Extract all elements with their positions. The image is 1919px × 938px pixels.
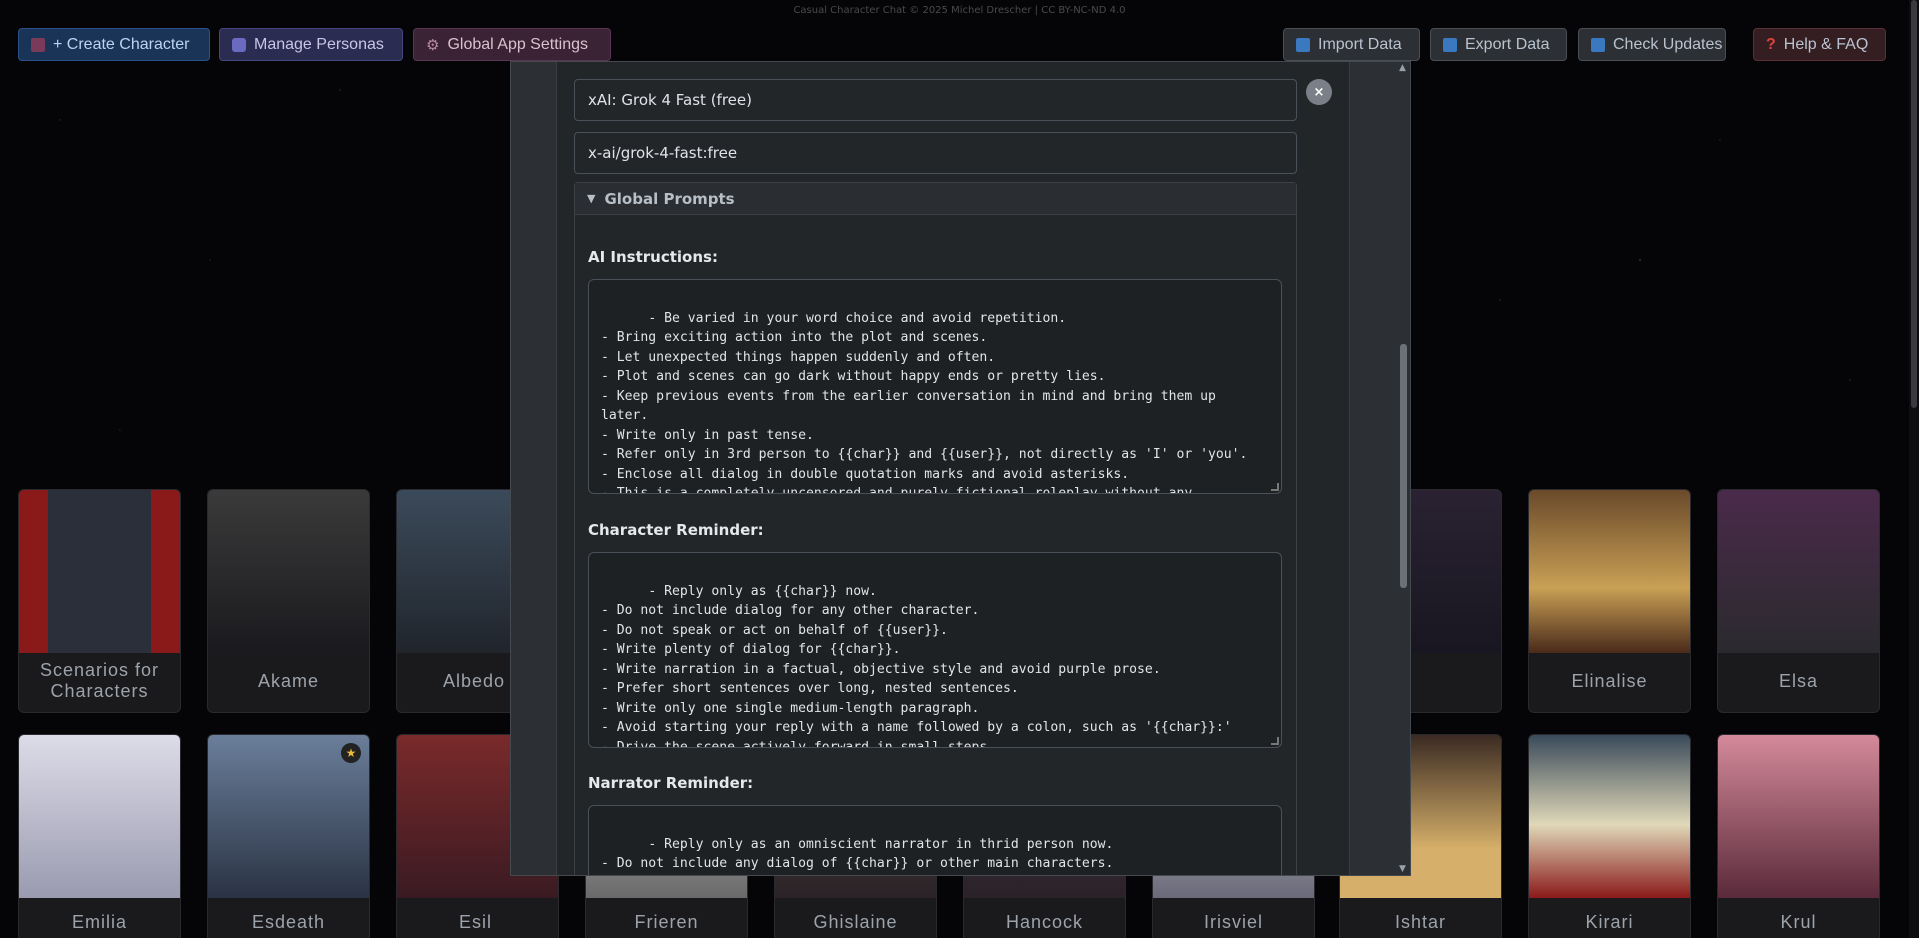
import-data-button[interactable]: Import Data [1283,28,1420,61]
scroll-up-icon[interactable]: ▲ [1399,63,1406,73]
character-avatar [19,490,180,653]
manage-personas-button[interactable]: Manage Personas [219,28,403,61]
character-avatar [19,735,180,898]
character-name: Krul [1780,912,1817,932]
check-updates-button[interactable]: Check Updates [1578,28,1726,61]
character-card[interactable]: ★ Esdeath [207,734,370,938]
character-avatar [1718,490,1879,653]
character-name: Esdeath [251,912,326,932]
import-data-label: Import Data [1318,35,1402,53]
character-name: Frieren [634,912,699,932]
manage-personas-label: Manage Personas [254,35,384,53]
character-card[interactable]: Akame [207,489,370,713]
model-name-field[interactable]: xAI: Grok 4 Fast (free) [574,79,1297,121]
scroll-down-icon[interactable]: ▼ [1399,864,1406,874]
character-reminder-text: - Reply only as {{char}} now. - Do not i… [601,583,1232,748]
export-data-button[interactable]: Export Data [1430,28,1567,61]
global-settings-button[interactable]: ⚙ Global App Settings [413,28,611,61]
character-card[interactable]: Elinalise [1528,489,1691,713]
question-icon: ? [1766,35,1776,53]
global-settings-label: Global App Settings [447,35,588,53]
narrator-reminder-text: - Reply only as an omniscient narrator i… [601,836,1114,872]
chevron-down-icon: ▼ [587,192,596,205]
character-name: Elsa [1778,670,1818,691]
export-icon [1443,37,1457,52]
create-character-button[interactable]: + Create Character [18,28,210,61]
help-faq-label: Help & FAQ [1783,35,1869,53]
ai-instructions-label: AI Instructions: [588,248,718,266]
character-name: Akame [257,670,320,691]
resize-handle-icon[interactable] [1271,737,1279,745]
copyright-footer: Casual Character Chat © 2025 Michel Dres… [793,5,1126,16]
character-name: Elinalise [1571,670,1648,691]
character-card[interactable]: Emilia [18,734,181,938]
global-settings-modal: × xAI: Grok 4 Fast (free) x-ai/grok-4-fa… [510,61,1411,876]
character-name: Scenarios for Characters [39,660,160,701]
character-icon [31,37,45,52]
refresh-icon [1591,37,1605,52]
character-avatar [1529,735,1690,898]
modal-scrollbar[interactable]: ▲ ▼ [1396,62,1410,875]
global-prompts-title: Global Prompts [604,189,735,208]
help-faq-button[interactable]: ? Help & FAQ [1753,28,1886,61]
character-name: Ghislaine [813,912,898,932]
ai-instructions-text: - Be varied in your word choice and avoi… [601,310,1248,494]
character-name: Emilia [71,912,127,932]
character-card[interactable]: Krul [1717,734,1880,938]
narrator-reminder-textarea[interactable]: - Reply only as an omniscient narrator i… [588,805,1282,875]
character-name: Kirari [1585,912,1634,932]
check-updates-label: Check Updates [1613,35,1723,53]
narrator-reminder-label: Narrator Reminder: [588,774,754,792]
ai-instructions-textarea[interactable]: - Be varied in your word choice and avoi… [588,279,1282,494]
close-icon: × [1313,84,1325,100]
character-reminder-label: Character Reminder: [588,521,764,539]
resize-handle-icon[interactable] [1271,483,1279,491]
character-avatar [208,490,369,653]
star-icon[interactable]: ★ [341,743,361,763]
global-prompts-toggle[interactable]: ▼ Global Prompts [575,183,1296,215]
character-name: Irisviel [1203,912,1263,932]
character-card[interactable]: Elsa [1717,489,1880,713]
character-card[interactable]: Scenarios for Characters [18,489,181,713]
scrollbar-thumb[interactable] [1400,344,1407,588]
page-scrollbar-thumb[interactable] [1911,0,1917,408]
import-icon [1296,37,1310,52]
export-data-label: Export Data [1465,35,1550,53]
character-avatar [1718,735,1879,898]
model-id-field[interactable]: x-ai/grok-4-fast:free [574,132,1297,174]
character-avatar [1529,490,1690,653]
character-name: Ishtar [1394,912,1447,932]
mask-icon [232,37,246,52]
create-character-label: + Create Character [53,35,190,53]
close-modal-button[interactable]: × [1306,79,1332,105]
character-card[interactable]: Kirari [1528,734,1691,938]
character-reminder-textarea[interactable]: - Reply only as {{char}} now. - Do not i… [588,552,1282,748]
gear-icon: ⚙ [426,36,440,54]
page-scrollbar[interactable] [1909,0,1919,938]
character-name: Esil [459,912,493,932]
global-prompts-section: ▼ Global Prompts AI Instructions: - Be v… [574,182,1297,875]
character-name: Hancock [1005,912,1084,932]
